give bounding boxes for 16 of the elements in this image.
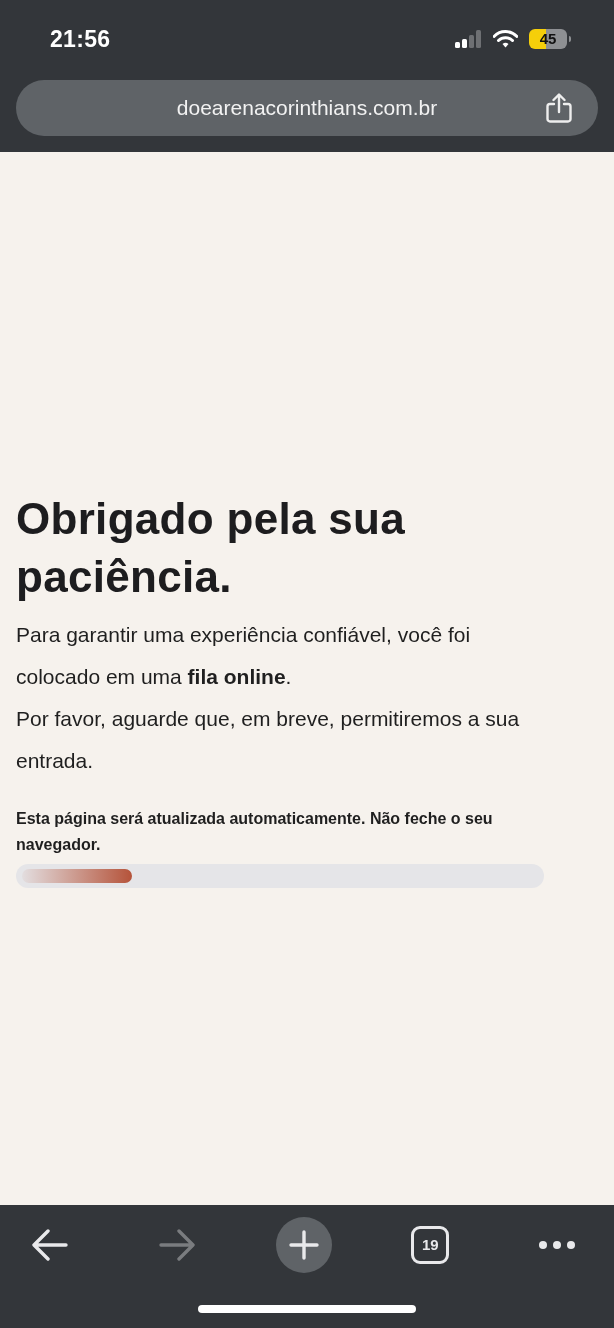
plus-icon — [288, 1229, 319, 1260]
share-icon — [546, 93, 572, 123]
signal-icon — [455, 30, 482, 48]
url-text: doearenacorinthians.com.br — [176, 96, 438, 120]
share-button[interactable] — [544, 92, 574, 124]
arrow-right-icon — [158, 1227, 195, 1262]
page-heading: Obrigado pela sua paciência. — [16, 492, 406, 603]
status-time: 21:56 — [50, 25, 111, 53]
notice-text: Esta página será atualizada automaticamente. Não feche o seu navegador. — [16, 808, 494, 855]
wifi-icon — [493, 30, 518, 48]
tab-count-button[interactable]: 19 — [411, 1225, 450, 1264]
body-paragraph: Para garantir uma experiência confiável, você foi colocado em uma fila online. — [16, 621, 472, 690]
arrow-left-icon — [32, 1227, 68, 1262]
more-icon — [539, 1240, 575, 1249]
body-paragraph: Por favor, aguarde que, em breve, permitiremos a sua entrada. — [16, 705, 521, 774]
address-bar[interactable]: doearenacorinthians.com.br — [16, 80, 598, 136]
